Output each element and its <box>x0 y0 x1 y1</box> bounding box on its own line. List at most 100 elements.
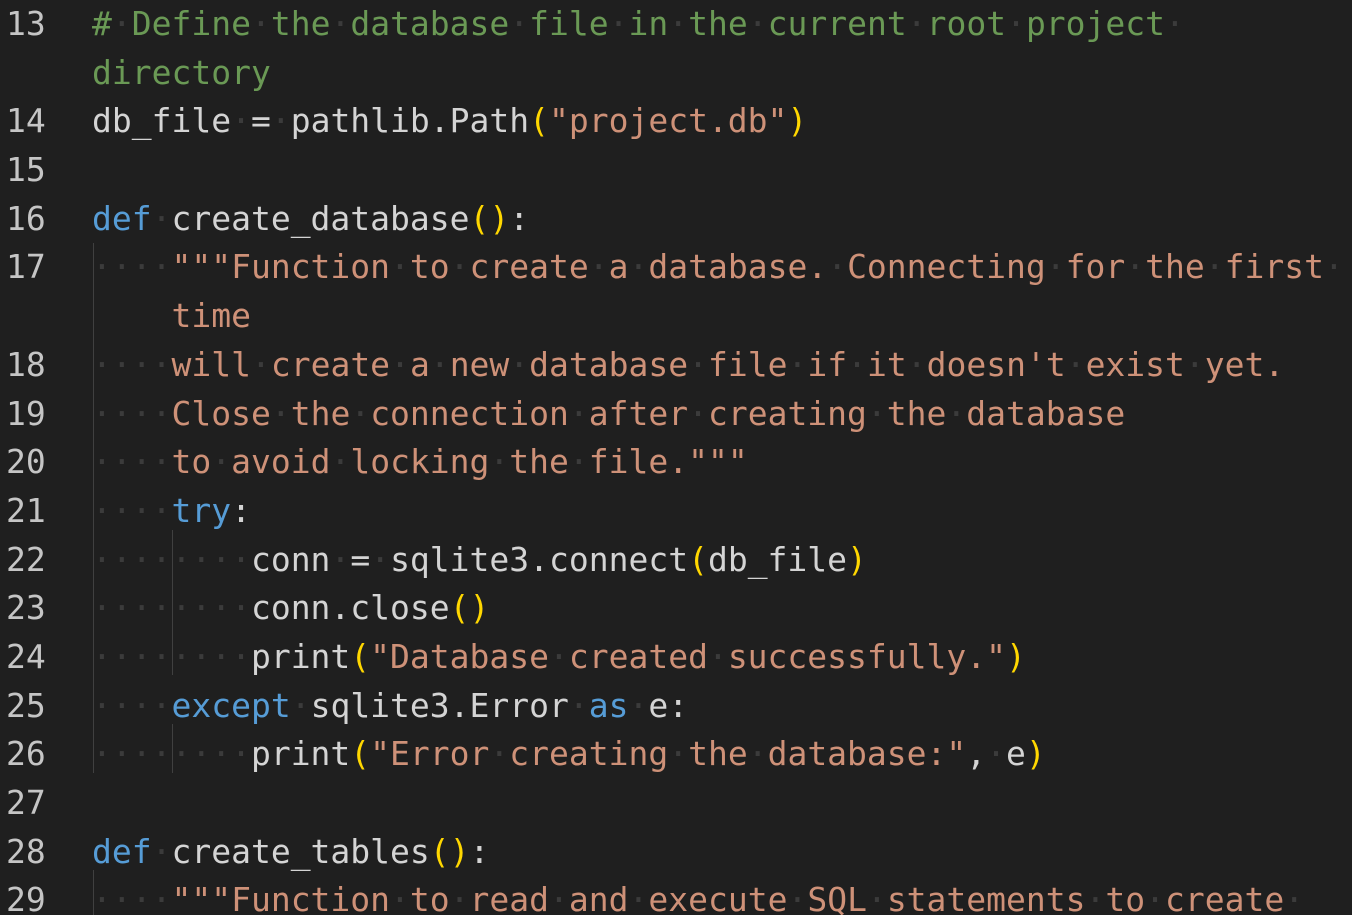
code-text: ········print("Error·creating·the·databa… <box>92 730 1046 779</box>
whitespace-marker: · <box>588 247 609 287</box>
code-token: create <box>1165 880 1285 915</box>
line-number: 19 <box>6 393 46 433</box>
line-number: 28 <box>6 831 46 871</box>
whitespace-marker: · <box>906 344 927 384</box>
whitespace-marker: · <box>211 442 232 482</box>
code-token: = <box>350 539 371 579</box>
line-number: 20 <box>6 442 46 482</box>
whitespace-marker: · <box>330 4 351 43</box>
code-token: create_database <box>171 198 470 238</box>
code-text: ····except·sqlite3.Error·as·e: <box>92 682 688 731</box>
line-number: 16 <box>6 198 46 238</box>
code-token: () <box>469 198 510 238</box>
code-line[interactable]: 15 <box>0 146 1352 195</box>
code-line[interactable]: 21 ····try: <box>0 487 1352 536</box>
whitespace-marker: · <box>231 101 251 141</box>
code-line[interactable]: 25 ····except·sqlite3.Error·as·e: <box>0 682 1352 731</box>
code-token: """Function <box>171 880 391 915</box>
whitespace-marker: ···· <box>92 393 172 433</box>
whitespace-marker: ···· <box>92 344 172 384</box>
code-line[interactable]: 13 #·Define·the·database·file·in·the·curr… <box>0 0 1352 49</box>
code-token: file <box>529 4 609 43</box>
whitespace-marker: · <box>1125 247 1146 287</box>
whitespace-marker: · <box>1184 344 1205 384</box>
whitespace-marker: · <box>290 685 311 725</box>
whitespace-marker: · <box>946 393 967 433</box>
code-text: ····try: <box>92 487 251 536</box>
code-line[interactable]: time <box>0 292 1352 341</box>
whitespace-marker: · <box>429 344 450 384</box>
code-token: Close <box>171 393 271 433</box>
code-token: "Database <box>370 636 549 676</box>
whitespace-marker: · <box>370 539 391 579</box>
code-token: file <box>708 344 788 384</box>
code-line[interactable]: 28 def·create_tables(): <box>0 828 1352 877</box>
code-token: the <box>886 393 947 433</box>
whitespace-marker: · <box>866 393 887 433</box>
code-line[interactable]: 27 <box>0 779 1352 828</box>
code-line[interactable]: 14 db_file·=·pathlib.Path("project.db") <box>0 97 1352 146</box>
code-token: the <box>509 442 569 482</box>
whitespace-marker: · <box>489 734 510 774</box>
whitespace-marker: · <box>628 247 649 287</box>
code-text: ········print("Database·created·successf… <box>92 633 1026 682</box>
code-token: create_tables <box>171 831 430 871</box>
whitespace-marker: ········ <box>92 588 251 628</box>
code-line[interactable]: 26 ········print("Error·creating·the·data… <box>0 730 1352 779</box>
code-line[interactable]: 20 ····to·avoid·locking·the·file.""" <box>0 438 1352 487</box>
whitespace-marker: ········ <box>92 636 251 676</box>
code-text: ········conn·=·sqlite3.connect(db_file) <box>92 536 867 585</box>
code-token: () <box>449 588 490 628</box>
code-token: project <box>1025 4 1166 43</box>
code-token: create <box>270 344 391 384</box>
code-token: database <box>529 344 689 384</box>
code-token: time <box>171 296 251 336</box>
code-line[interactable]: directory <box>0 49 1352 98</box>
whitespace-marker: ········ <box>92 539 251 579</box>
code-token: sqlite3.connect <box>390 539 689 579</box>
code-line[interactable]: 18 ····will·create·a·new·database·file·if… <box>0 341 1352 390</box>
code-line[interactable]: 17 ····"""Function·to·create·a·database.·… <box>0 243 1352 292</box>
code-text: directory <box>92 49 271 98</box>
code-token: after <box>588 393 689 433</box>
code-token: print <box>250 734 351 774</box>
code-text: ····to·avoid·locking·the·file.""" <box>92 438 748 487</box>
whitespace-marker: · <box>787 344 808 384</box>
code-line[interactable]: 29 ····"""Function·to·read·and·execute·SQ… <box>0 876 1352 915</box>
whitespace-marker: · <box>1204 247 1225 287</box>
code-token: conn.close <box>250 588 450 628</box>
code-token: and <box>568 880 629 915</box>
whitespace-marker: · <box>827 247 848 287</box>
code-token: new <box>449 344 510 384</box>
code-token: to <box>171 442 212 482</box>
code-line[interactable]: 22 ········conn·=·sqlite3.connect(db_file… <box>0 536 1352 585</box>
whitespace-marker: · <box>270 393 291 433</box>
code-line[interactable]: 24 ········print("Database·created·succes… <box>0 633 1352 682</box>
whitespace-marker: · <box>628 880 649 915</box>
whitespace-marker: · <box>568 685 589 725</box>
code-text: ····will·create·a·new·database·file·if·i… <box>92 341 1284 390</box>
code-token: the <box>270 4 331 43</box>
code-token: to <box>1105 880 1146 915</box>
whitespace-marker: · <box>1165 4 1185 43</box>
code-token: create <box>469 247 589 287</box>
whitespace-marker: · <box>747 734 768 774</box>
code-line[interactable]: 16 def·create_database(): <box>0 195 1352 244</box>
code-token: sqlite3.Error <box>310 685 569 725</box>
whitespace-marker: · <box>866 880 887 915</box>
whitespace-marker: · <box>548 636 569 676</box>
code-editor[interactable]: 13 #·Define·the·database·file·in·the·curr… <box>0 0 1352 915</box>
code-text: db_file·=·pathlib.Path("project.db") <box>92 97 807 146</box>
code-line[interactable]: 23 ········conn.close() <box>0 584 1352 633</box>
whitespace-marker: · <box>688 344 708 384</box>
code-token: for <box>1065 247 1126 287</box>
code-token: db_file <box>92 101 232 141</box>
code-token: pathlib.Path <box>290 101 530 141</box>
code-line[interactable]: 19 ····Close·the·connection·after·creatin… <box>0 390 1352 439</box>
whitespace-marker: · <box>688 393 708 433</box>
whitespace-marker: · <box>111 4 132 43</box>
whitespace-marker: · <box>608 4 629 43</box>
whitespace-marker: · <box>509 4 530 43</box>
code-token: execute <box>648 880 788 915</box>
